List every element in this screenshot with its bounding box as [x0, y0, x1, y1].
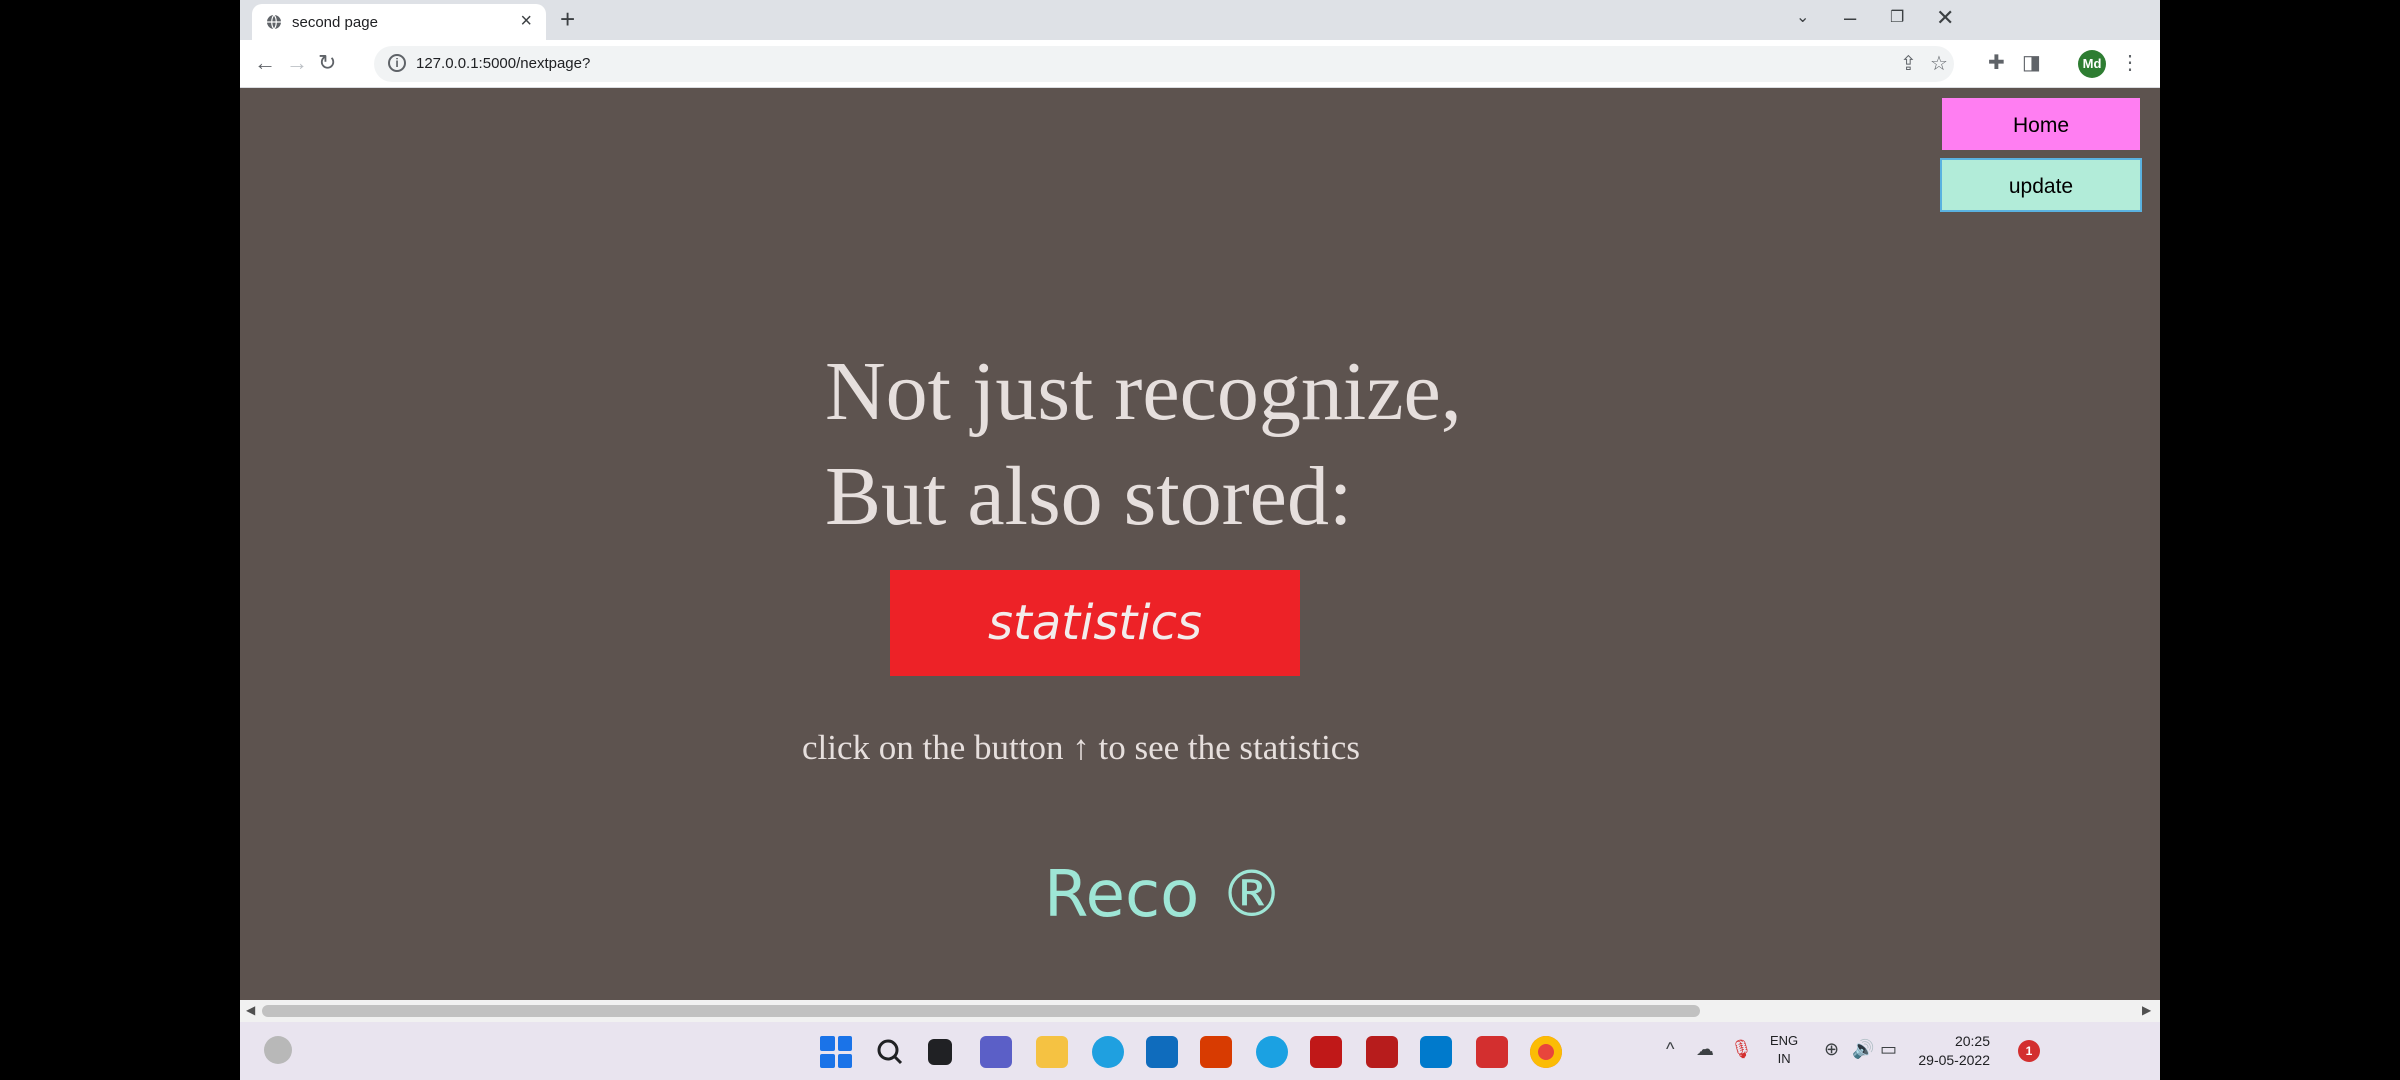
restore-icon[interactable]: ❐ [1890, 4, 1904, 32]
info-icon[interactable]: i [388, 54, 406, 72]
notification-badge[interactable]: 1 [2018, 1040, 2040, 1062]
weather-icon[interactable] [264, 1036, 292, 1064]
edge-icon[interactable] [1092, 1036, 1124, 1068]
time-text: 20:25 [1954, 1033, 1990, 1049]
mcafee-icon[interactable] [1310, 1036, 1342, 1068]
minimize-icon[interactable]: – [1844, 4, 1856, 32]
star-icon[interactable]: ☆ [1930, 53, 1948, 75]
globe-icon [267, 14, 281, 30]
app-icon[interactable] [1366, 1036, 1398, 1068]
cloud-icon[interactable]: ☁ [1696, 1038, 1714, 1060]
tab-close-icon[interactable]: × [520, 10, 532, 32]
battery-icon[interactable]: ▭ [1880, 1038, 1897, 1060]
scroll-right-icon[interactable]: ▶ [2142, 1003, 2151, 1017]
horizontal-scrollbar[interactable]: ◀ ▶ [240, 1000, 2160, 1022]
search-icon[interactable] [874, 1036, 906, 1068]
hint-text: click on the button ↑ to see the statist… [802, 728, 1360, 767]
language-code: ENG [1770, 1033, 1799, 1048]
language-indicator[interactable]: ENG IN [1770, 1032, 1798, 1068]
close-window-icon[interactable]: ✕ [1936, 4, 1954, 32]
browser-toolbar: ← → ↻ i 127.0.0.1:5000/nextpage? ⇪ ☆ ✚ ◨… [240, 40, 2160, 88]
start-icon[interactable] [820, 1036, 852, 1068]
reload-icon[interactable]: ↻ [318, 48, 336, 78]
store-icon[interactable] [1146, 1036, 1178, 1068]
taskbar: ^ ☁ 🎙 ENG IN ⊕ 🔊 ▭ 20:25 29-05-2022 1 [240, 1022, 2160, 1080]
clock[interactable]: 20:25 29-05-2022 [1910, 1032, 1990, 1070]
scrollbar-thumb[interactable] [262, 1005, 1700, 1017]
menu-icon[interactable]: ⋮ [2120, 52, 2140, 74]
sidepanel-icon[interactable]: ◨ [2022, 52, 2041, 74]
screen: second page × + ⌄ – ❐ ✕ ← → ↻ i 127.0.0.… [240, 0, 2160, 1080]
vscode-icon[interactable] [1420, 1036, 1452, 1068]
profile-avatar[interactable]: Md [2078, 50, 2106, 78]
date-text: 29-05-2022 [1918, 1052, 1990, 1068]
headline-line-1: Not just recognize, [825, 345, 1462, 438]
forward-icon[interactable]: → [286, 48, 308, 78]
tab-search-icon[interactable]: ⌄ [1796, 4, 1809, 32]
tab-title: second page [292, 14, 378, 31]
meet-icon[interactable] [980, 1036, 1012, 1068]
tab-bar: second page × + ⌄ – ❐ ✕ [240, 0, 2160, 40]
chrome-icon[interactable] [1530, 1036, 1562, 1068]
region-code: IN [1777, 1051, 1791, 1066]
tray-chevron-icon[interactable]: ^ [1666, 1038, 1674, 1060]
new-tab-icon[interactable]: + [560, 4, 575, 34]
taskview-icon[interactable] [928, 1039, 952, 1065]
address-bar[interactable]: i 127.0.0.1:5000/nextpage? ⇪ ☆ [374, 46, 1954, 82]
headline-line-2: But also stored: [825, 450, 1353, 543]
office-icon[interactable] [1200, 1036, 1232, 1068]
page-content: Home update Not just recognize, But also… [240, 88, 2160, 1000]
back-icon[interactable]: ← [254, 48, 276, 78]
skype-icon[interactable] [1256, 1036, 1288, 1068]
microphone-icon[interactable]: 🎙 [1730, 1038, 1753, 1060]
home-button[interactable]: Home [1942, 98, 2140, 150]
scroll-left-icon[interactable]: ◀ [246, 1003, 255, 1017]
url-text[interactable]: 127.0.0.1:5000/nextpage? [416, 55, 590, 72]
volume-icon[interactable]: 🔊 [1852, 1038, 1874, 1060]
statistics-button[interactable]: statistics [890, 570, 1300, 676]
update-button[interactable]: update [1940, 158, 2142, 212]
extensions-icon[interactable]: ✚ [1988, 52, 2005, 74]
brand-logo: Reco ® [1044, 858, 1284, 932]
screen-recorder-icon[interactable] [1476, 1036, 1508, 1068]
network-icon[interactable]: ⊕ [1824, 1038, 1839, 1060]
share-icon[interactable]: ⇪ [1900, 53, 1917, 75]
browser-tab[interactable]: second page × [252, 4, 546, 40]
explorer-icon[interactable] [1036, 1036, 1068, 1068]
